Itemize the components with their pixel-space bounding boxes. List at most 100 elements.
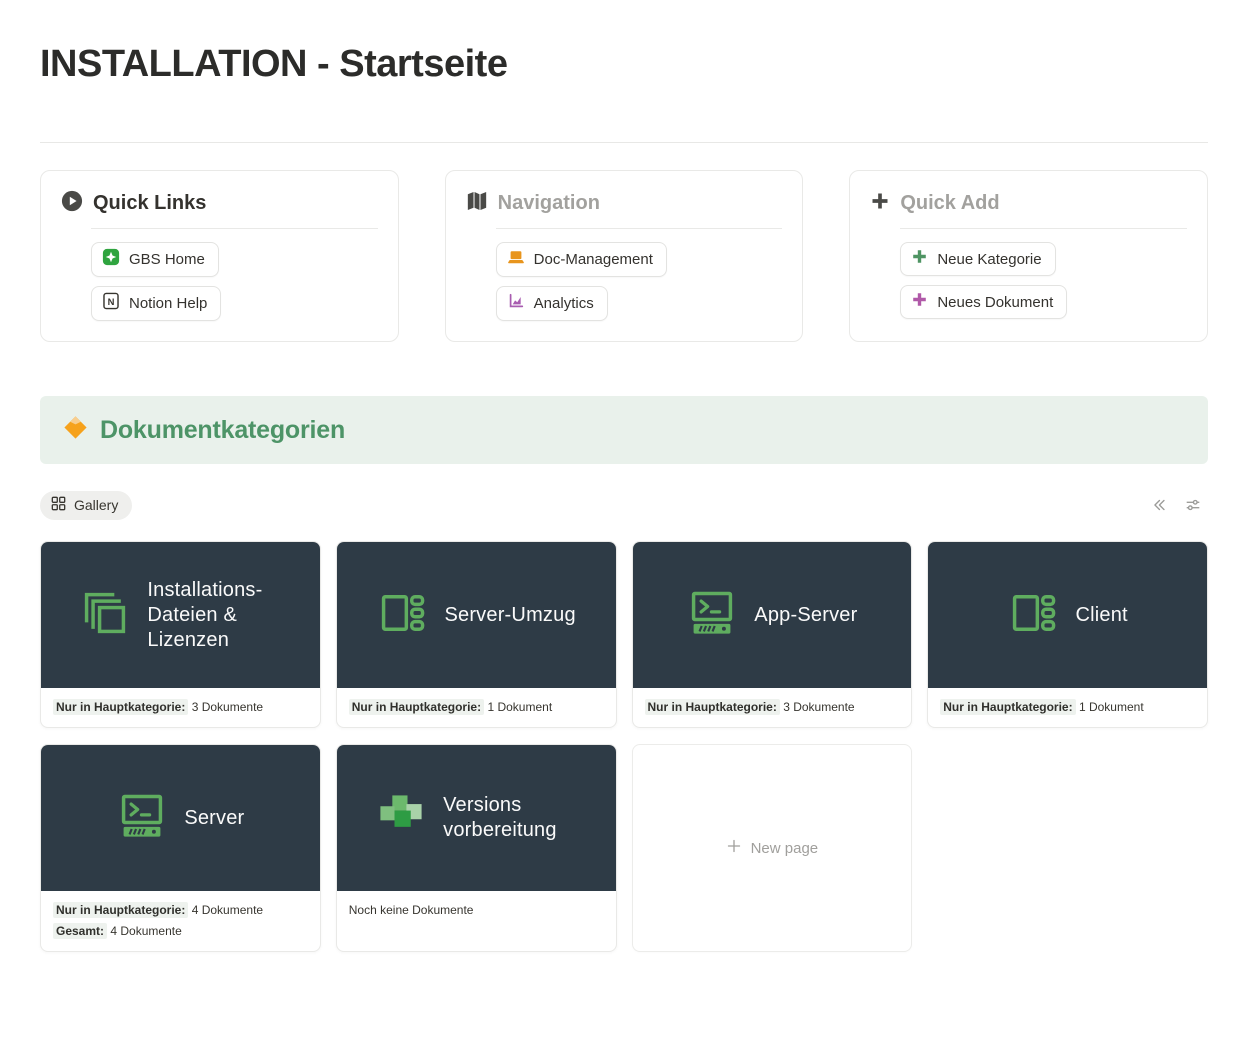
card-property: Nur in Hauptkategorie: 1 Dokument xyxy=(940,699,1143,715)
card-cover: Client xyxy=(928,542,1207,688)
green-plus-icon xyxy=(911,248,928,270)
purple-plus-icon xyxy=(911,291,928,313)
card-client[interactable]: Client Nur in Hauptkategorie: 1 Dokument xyxy=(927,541,1208,728)
property-value: Noch keine Dokumente xyxy=(349,903,474,917)
gallery-grid: Installations-Dateien & Lizenzen Nur in … xyxy=(40,541,1208,952)
card-server[interactable]: Server Nur in Hauptkategorie: 4 Dokument… xyxy=(40,744,321,952)
card-footer: Nur in Hauptkategorie: 1 Dokument xyxy=(337,688,616,727)
page: INSTALLATION - Startseite Quick Links GB… xyxy=(0,42,1248,952)
callout-navigation: Navigation Doc-Management Analytics xyxy=(445,170,804,342)
property-label: Gesamt: xyxy=(53,923,107,939)
gbs-home-button[interactable]: GBS Home xyxy=(91,242,219,277)
quick-links-buttons: GBS Home N Notion Help xyxy=(91,242,378,321)
button-label: Doc-Management xyxy=(534,250,653,269)
analytics-button[interactable]: Analytics xyxy=(496,286,608,321)
card-installations-dateien-lizenzen[interactable]: Installations-Dateien & Lizenzen Nur in … xyxy=(40,541,321,728)
callout-title: Navigation xyxy=(498,192,600,215)
terminal-icon xyxy=(116,790,168,847)
card-cover: Server xyxy=(41,745,320,891)
neue-kategorie-button[interactable]: Neue Kategorie xyxy=(900,242,1055,276)
card-cover: Installations-Dateien & Lizenzen xyxy=(41,542,320,688)
callout-quick-links-header: Quick Links xyxy=(61,188,378,218)
card-title: Server xyxy=(184,806,244,831)
callout-row: Quick Links GBS Home N Notion Help xyxy=(40,170,1208,342)
laptop-icon xyxy=(507,248,525,271)
property-value: 1 Dokument xyxy=(487,700,552,714)
client-icon xyxy=(376,587,428,644)
callout-quick-add-header: Quick Add xyxy=(870,188,1187,218)
card-property: Noch keine Dokumente xyxy=(349,902,474,918)
card-property: Nur in Hauptkategorie: 3 Dokumente xyxy=(645,699,855,715)
new-page-button[interactable]: New page xyxy=(632,744,913,952)
gallery-toolbar: Gallery xyxy=(40,490,1208,520)
map-icon xyxy=(466,190,488,217)
dokumentkategorien-banner: Dokumentkategorien xyxy=(40,396,1208,464)
notion-help-button[interactable]: N Notion Help xyxy=(91,286,221,321)
button-label: Notion Help xyxy=(129,294,207,313)
button-label: GBS Home xyxy=(129,250,205,269)
play-circle-icon xyxy=(61,190,83,217)
copies-icon xyxy=(79,587,131,644)
property-label: Nur in Hauptkategorie: xyxy=(645,699,780,715)
card-title: Server-Umzug xyxy=(444,603,575,628)
page-title: INSTALLATION - Startseite xyxy=(40,42,1208,86)
callout-quick-add: Quick Add Neue Kategorie Neues Dokument xyxy=(849,170,1208,342)
property-value: 1 Dokument xyxy=(1079,700,1144,714)
property-value: 3 Dokumente xyxy=(192,700,263,714)
view-label: Gallery xyxy=(74,496,118,514)
neues-dokument-button[interactable]: Neues Dokument xyxy=(900,285,1067,319)
chart-icon xyxy=(507,292,525,315)
card-cover: Server-Umzug xyxy=(337,542,616,688)
card-title: Client xyxy=(1075,603,1127,628)
property-value: 3 Dokumente xyxy=(783,700,854,714)
card-title: App-Server xyxy=(754,603,857,628)
gbs-app-icon xyxy=(102,248,120,271)
button-label: Neue Kategorie xyxy=(937,250,1041,269)
card-cover: Versions vorbereitung xyxy=(337,745,616,891)
view-options-sliders-icon[interactable] xyxy=(1184,496,1202,514)
property-value: 4 Dokumente xyxy=(110,924,181,938)
notion-logo-icon: N xyxy=(102,292,120,315)
plus-icon xyxy=(726,838,742,858)
button-label: Neues Dokument xyxy=(937,293,1053,312)
gallery-view-tab[interactable]: Gallery xyxy=(40,491,132,520)
new-page-label: New page xyxy=(751,840,819,857)
quick-add-buttons: Neue Kategorie Neues Dokument xyxy=(900,242,1187,319)
card-footer: Nur in Hauptkategorie: 1 Dokument xyxy=(928,688,1207,727)
card-property: Gesamt: 4 Dokumente xyxy=(53,923,182,939)
card-app-server[interactable]: App-Server Nur in Hauptkategorie: 3 Doku… xyxy=(632,541,913,728)
versions-icon xyxy=(375,790,427,847)
toolbar-right-icons xyxy=(1150,496,1208,514)
property-label: Nur in Hauptkategorie: xyxy=(53,699,188,715)
card-cover: App-Server xyxy=(633,542,912,688)
page-divider xyxy=(40,142,1208,143)
card-footer: Nur in Hauptkategorie: 3 Dokumente xyxy=(41,688,320,727)
svg-text:N: N xyxy=(108,297,115,308)
card-footer: Nur in Hauptkategorie: 3 Dokumente xyxy=(633,688,912,727)
gallery-grid-icon xyxy=(51,496,66,515)
callout-quick-links: Quick Links GBS Home N Notion Help xyxy=(40,170,399,342)
callout-divider xyxy=(900,228,1187,229)
card-footer: Nur in Hauptkategorie: 4 Dokumente Gesam… xyxy=(41,891,320,951)
card-versionsvorbereitung[interactable]: Versions vorbereitung Noch keine Dokumen… xyxy=(336,744,617,952)
card-footer: Noch keine Dokumente xyxy=(337,891,616,951)
callout-title: Quick Links xyxy=(93,192,206,215)
property-label: Nur in Hauptkategorie: xyxy=(940,699,1075,715)
card-title: Versions vorbereitung xyxy=(443,793,577,843)
card-property: Nur in Hauptkategorie: 1 Dokument xyxy=(349,699,552,715)
property-label: Nur in Hauptkategorie: xyxy=(53,902,188,918)
callout-divider xyxy=(91,228,378,229)
collapse-double-chevron-icon[interactable] xyxy=(1150,496,1168,514)
card-server-umzug[interactable]: Server-Umzug Nur in Hauptkategorie: 1 Do… xyxy=(336,541,617,728)
callout-title: Quick Add xyxy=(900,192,999,215)
callout-divider xyxy=(496,228,783,229)
orange-diamond-icon xyxy=(62,414,89,446)
navigation-buttons: Doc-Management Analytics xyxy=(496,242,783,321)
doc-management-button[interactable]: Doc-Management xyxy=(496,242,667,277)
card-property: Nur in Hauptkategorie: 3 Dokumente xyxy=(53,699,263,715)
button-label: Analytics xyxy=(534,294,594,313)
terminal-icon xyxy=(686,587,738,644)
property-label: Nur in Hauptkategorie: xyxy=(349,699,484,715)
callout-navigation-header: Navigation xyxy=(466,188,783,218)
property-value: 4 Dokumente xyxy=(192,903,263,917)
